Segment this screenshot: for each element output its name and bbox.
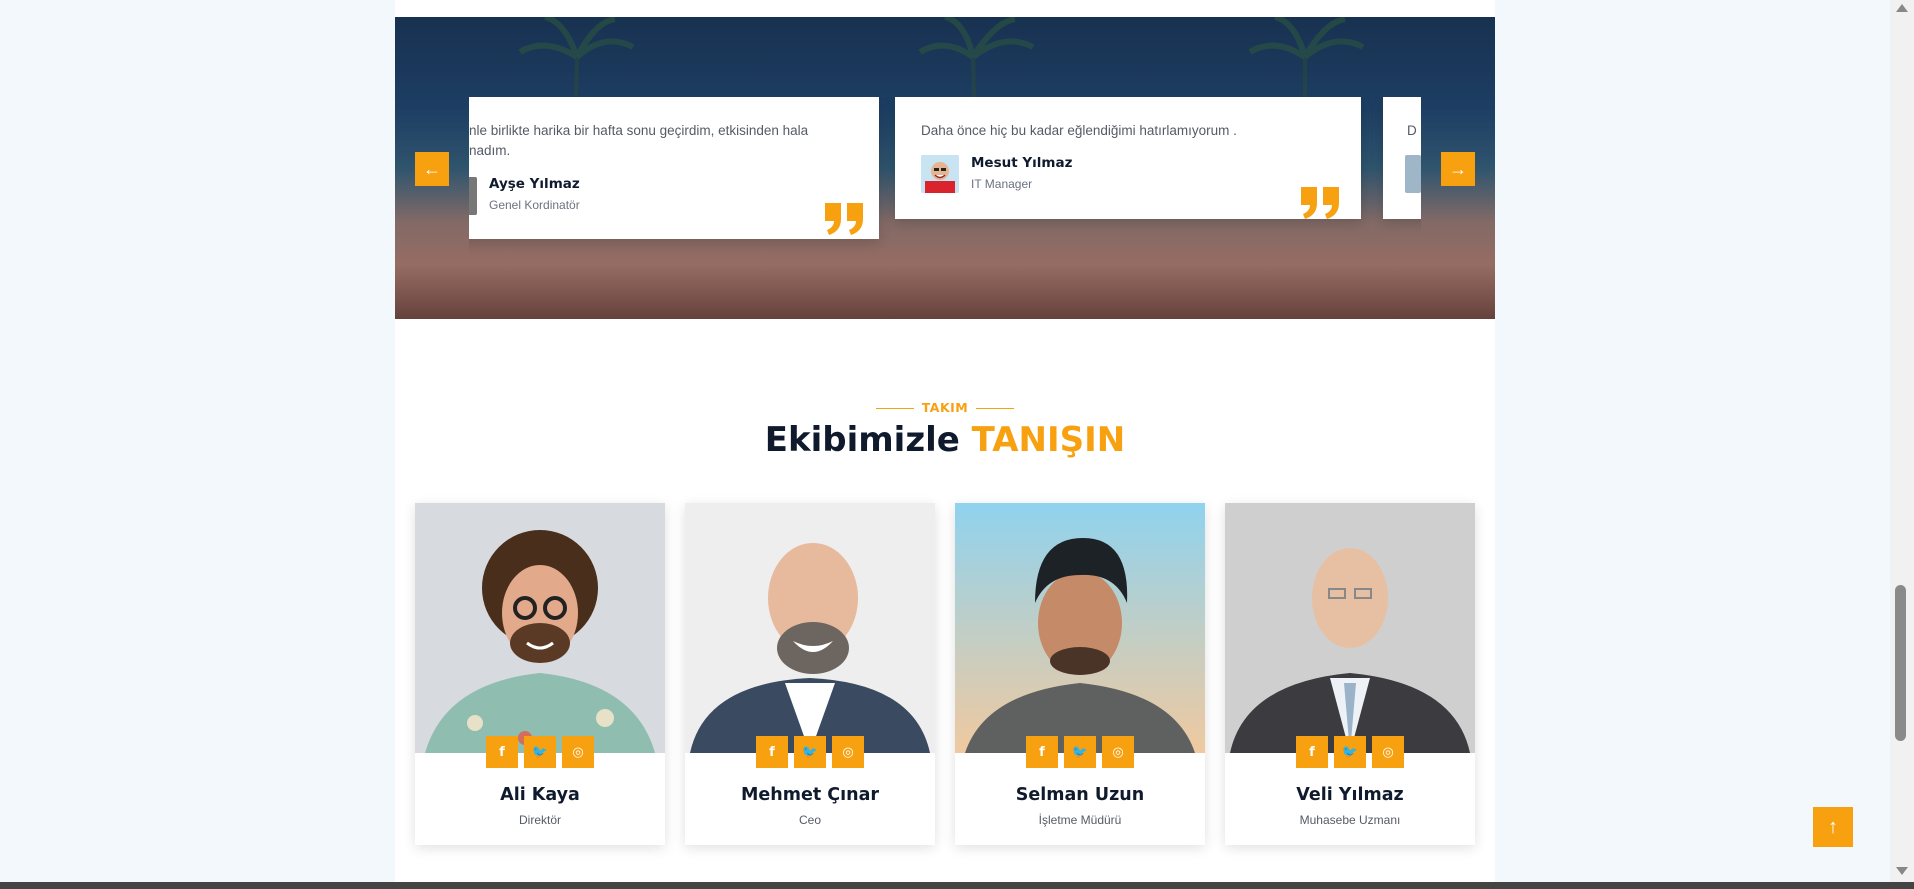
testimonial-section: nle birlikte harika bir hafta sonu geçir… [395, 17, 1495, 319]
quote-icon [825, 203, 863, 235]
avatar [921, 155, 959, 193]
testimonial-text: D [1407, 123, 1417, 138]
slider-prev-button[interactable]: ← [415, 152, 449, 186]
testimonial-author: Ayşe Yılmaz [489, 176, 580, 192]
testimonial-role: Genel Kordinatör [489, 198, 580, 212]
member-photo [1225, 503, 1475, 753]
twitter-icon[interactable]: 🐦 [1334, 736, 1366, 768]
facebook-icon[interactable]: f [756, 736, 788, 768]
arrow-right-icon: → [1449, 158, 1467, 179]
scroll-down-arrow-icon[interactable] [1896, 867, 1908, 875]
member-photo [415, 503, 665, 753]
testimonial-text: Daha önce hiç bu kadar eğlendiğimi hatır… [921, 123, 1237, 138]
testimonial-text: nle birlikte harika bir hafta sonu geçir… [469, 123, 809, 158]
scrollbar-thumb[interactable] [1895, 585, 1906, 741]
social-links: f 🐦 ◎ [1225, 736, 1475, 768]
avatar [469, 177, 477, 215]
member-role: İşletme Müdürü [1038, 813, 1122, 827]
member-name: Mehmet Çınar [740, 785, 880, 805]
member-photo [955, 503, 1205, 753]
testimonial-slider[interactable]: nle birlikte harika bir hafta sonu geçir… [469, 97, 1421, 257]
social-links: f 🐦 ◎ [415, 736, 665, 768]
eyebrow-text: TAKIM [921, 400, 969, 415]
page-content: nle birlikte harika bir hafta sonu geçir… [395, 0, 1495, 889]
member-name: Selman Uzun [1015, 785, 1145, 805]
member-name: Veli Yılmaz [1296, 785, 1404, 805]
testimonial-card: nle birlikte harika bir hafta sonu geçir… [469, 97, 879, 239]
twitter-icon[interactable]: 🐦 [524, 736, 556, 768]
team-member-card: f 🐦 ◎ Mehmet Çınar Ceo [685, 503, 935, 845]
twitter-icon[interactable]: 🐦 [794, 736, 826, 768]
title-accent: TANIŞIN [971, 420, 1126, 460]
testimonial-card: Daha önce hiç bu kadar eğlendiğimi hatır… [895, 97, 1361, 219]
testimonial-card: D [1383, 97, 1421, 219]
member-photo [685, 503, 935, 753]
member-role: Ceo [798, 813, 821, 827]
scroll-to-top-button[interactable]: ↑ [1813, 807, 1853, 847]
instagram-icon[interactable]: ◎ [1102, 736, 1134, 768]
instagram-icon[interactable]: ◎ [832, 736, 864, 768]
eyebrow-line [875, 408, 914, 409]
testimonial-role: IT Manager [971, 177, 1033, 191]
social-links: f 🐦 ◎ [685, 736, 935, 768]
member-name: Ali Kaya [500, 785, 580, 805]
team-member-card: f 🐦 ◎ Selman Uzun İşletme Müdürü [955, 503, 1205, 845]
social-links: f 🐦 ◎ [955, 736, 1205, 768]
instagram-icon[interactable]: ◎ [1372, 736, 1404, 768]
team-member-card: f 🐦 ◎ Ali Kaya Direktör [415, 503, 665, 845]
slider-next-button[interactable]: → [1441, 152, 1475, 186]
member-role: Direktör [518, 813, 561, 827]
window-bottom-edge [0, 882, 1914, 889]
section-title: Ekibimizle TANIŞIN [395, 420, 1495, 460]
eyebrow-line [976, 408, 1015, 409]
facebook-icon[interactable]: f [1026, 736, 1058, 768]
avatar [1405, 155, 1421, 193]
arrow-left-icon: ← [423, 158, 441, 179]
instagram-icon[interactable]: ◎ [562, 736, 594, 768]
member-role: Muhasebe Uzmanı [1299, 813, 1401, 827]
facebook-icon[interactable]: f [1296, 736, 1328, 768]
scroll-up-arrow-icon[interactable] [1896, 4, 1908, 12]
arrow-up-icon: ↑ [1828, 815, 1838, 838]
section-eyebrow: TAKIM [395, 400, 1495, 415]
vertical-scrollbar[interactable] [1890, 0, 1914, 889]
team-member-card: f 🐦 ◎ Veli Yılmaz Muhasebe Uzmanı [1225, 503, 1475, 845]
twitter-icon[interactable]: 🐦 [1064, 736, 1096, 768]
title-main: Ekibimizle [764, 420, 960, 460]
facebook-icon[interactable]: f [486, 736, 518, 768]
quote-icon [1301, 187, 1339, 219]
testimonial-author: Mesut Yılmaz [971, 155, 1073, 171]
